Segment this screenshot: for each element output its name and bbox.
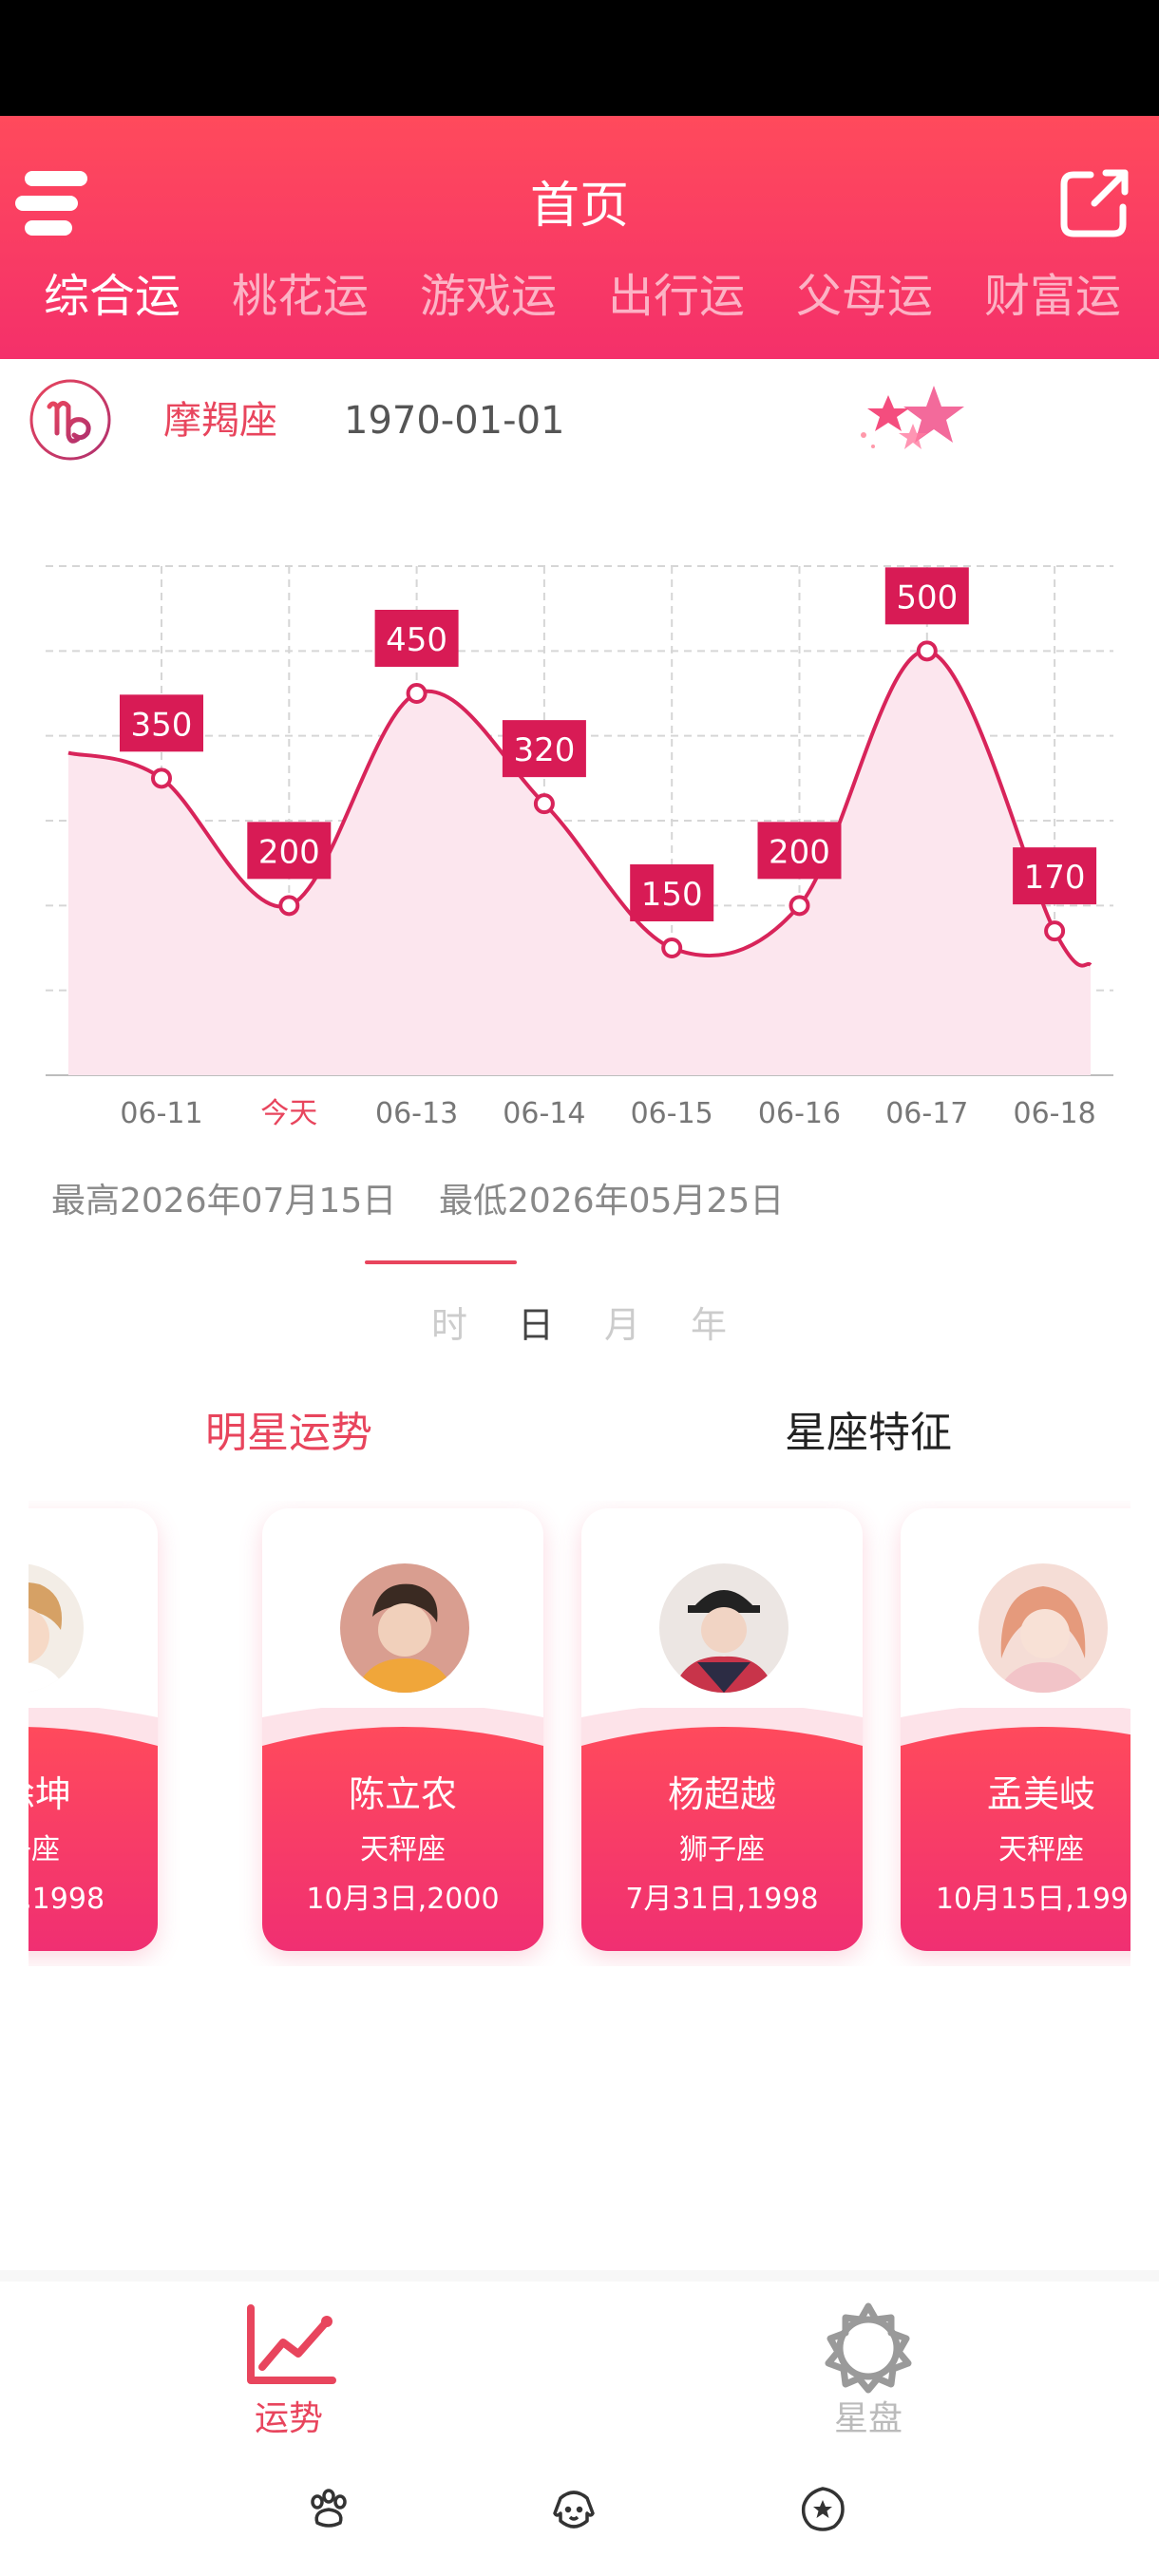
- astrolabe-icon: [825, 2302, 912, 2394]
- star-birth: 10月15日,1998: [935, 1883, 1130, 1916]
- data-label: 200: [258, 833, 320, 871]
- data-label: 450: [386, 621, 447, 659]
- period-tab-year[interactable]: 年: [691, 1301, 727, 1349]
- data-point: [151, 767, 172, 789]
- period-tab-month[interactable]: 月: [604, 1301, 640, 1349]
- data-point: [533, 793, 555, 815]
- stars-decoration-icon: [861, 386, 964, 449]
- star-card[interactable]: 蔡徐坤 狮子座 8月2日,1998: [28, 1508, 158, 1951]
- x-tick-label: 06-11: [120, 1097, 202, 1130]
- tab-sign-traits[interactable]: 星座特征: [785, 1404, 952, 1463]
- data-label: 350: [131, 706, 193, 744]
- app-header: 首页 综合运 桃花运 游戏运 出行运 父母运 财富运: [0, 116, 1159, 359]
- tab-overall[interactable]: 综合运: [44, 258, 180, 334]
- star-name: 杨超越: [667, 1773, 776, 1815]
- x-tick-label: 06-16: [758, 1097, 841, 1130]
- period-tab-day[interactable]: 日: [518, 1301, 554, 1349]
- bottom-tab-astrolabe[interactable]: 星盘: [773, 2282, 963, 2453]
- star-sign: 天秤座: [998, 1833, 1084, 1866]
- data-label: 320: [513, 731, 575, 769]
- tab-travel[interactable]: 出行运: [608, 258, 745, 334]
- lowest-date: 最低2026年05月25日: [439, 1182, 785, 1221]
- x-tick-label: 06-14: [503, 1097, 585, 1130]
- data-label: 150: [641, 876, 703, 914]
- period-indicator: [365, 1260, 517, 1264]
- data-point: [661, 938, 683, 958]
- status-bar: [0, 0, 1159, 116]
- data-point: [278, 895, 300, 917]
- chart-area: [68, 651, 1091, 1075]
- star-card[interactable]: 孟美岐 天秤座 10月15日,1998: [901, 1508, 1130, 1951]
- star-card[interactable]: 杨超越 狮子座 7月31日,1998: [581, 1508, 863, 1951]
- x-tick-label: 06-18: [1014, 1097, 1096, 1130]
- tab-romance[interactable]: 桃花运: [232, 258, 369, 334]
- tab-star-fortune[interactable]: 明星运势: [205, 1404, 372, 1463]
- period-tab-hour[interactable]: 时: [431, 1301, 467, 1349]
- x-tick-label: 06-15: [631, 1097, 713, 1130]
- star-birth: 10月3日,2000: [306, 1883, 500, 1916]
- tab-wealth[interactable]: 财富运: [984, 258, 1121, 334]
- fortune-tabs: 综合运 桃花运 游戏运 出行运 父母运 财富运: [0, 258, 1159, 334]
- bottom-tab-fortune[interactable]: 运势: [194, 2282, 384, 2453]
- section-tabs: 明星运势 星座特征: [0, 1404, 1159, 1463]
- avatar: [659, 1563, 788, 1693]
- system-navigation-bar: [0, 2441, 1159, 2576]
- paw-icon[interactable]: [304, 2485, 353, 2534]
- bottom-tab-label: 星盘: [833, 2399, 902, 2438]
- fortune-extremes: 最高2026年07月15日 最低2026年05月25日: [0, 1178, 1159, 1225]
- data-point: [1044, 920, 1066, 942]
- star-birth: 7月31日,1998: [625, 1883, 819, 1916]
- star-name: 孟美岐: [986, 1773, 1095, 1815]
- star-cards-carousel[interactable]: 蔡徐坤 狮子座 8月2日,1998 陈立农 天秤座 10月3日,2000 杨超越…: [28, 1501, 1130, 1966]
- data-point: [788, 895, 810, 917]
- highest-date: 最高2026年07月15日: [51, 1182, 397, 1221]
- data-label: 200: [769, 833, 830, 871]
- capricorn-icon[interactable]: [28, 378, 112, 462]
- x-tick-label: 06-17: [885, 1097, 968, 1130]
- star-name: 陈立农: [348, 1773, 457, 1815]
- zodiac-sign-name: 摩羯座: [163, 399, 277, 443]
- page-title: 首页: [529, 178, 629, 235]
- bottom-tab-label: 运势: [254, 2399, 323, 2438]
- star-card[interactable]: 陈立农 天秤座 10月3日,2000: [262, 1508, 543, 1951]
- dog-icon[interactable]: [549, 2485, 598, 2534]
- trend-chart-icon: [247, 2304, 336, 2384]
- birth-date: 1970-01-01: [344, 399, 565, 443]
- avatar: [978, 1563, 1108, 1693]
- period-tabs: 时 日 月 年: [0, 1301, 1159, 1349]
- x-tick-label: 今天: [260, 1097, 317, 1130]
- data-label: 170: [1024, 859, 1086, 897]
- star-badge-icon[interactable]: [798, 2485, 847, 2534]
- star-sign: 狮子座: [679, 1833, 765, 1866]
- share-icon[interactable]: [1056, 165, 1132, 241]
- data-label: 500: [896, 578, 958, 616]
- star-birth: 8月2日,1998: [28, 1883, 105, 1916]
- tab-game[interactable]: 游戏运: [420, 258, 557, 334]
- zodiac-profile: 摩羯座 1970-01-01: [0, 378, 1159, 473]
- star-sign: 天秤座: [360, 1833, 446, 1866]
- avatar: [28, 1563, 84, 1693]
- avatar: [340, 1563, 469, 1693]
- data-point: [406, 683, 428, 704]
- star-sign: 狮子座: [28, 1833, 60, 1866]
- data-point: [916, 640, 938, 662]
- fortune-line-chart: 350 200 450 320 150 200 500 170 06-11 今天 06-13 06-1…: [46, 565, 1113, 1130]
- bottom-tab-bar: 运势 星盘: [0, 2270, 1159, 2453]
- star-name: 蔡徐坤: [28, 1773, 71, 1815]
- tab-parents[interactable]: 父母运: [796, 258, 933, 334]
- x-tick-label: 06-13: [375, 1097, 458, 1130]
